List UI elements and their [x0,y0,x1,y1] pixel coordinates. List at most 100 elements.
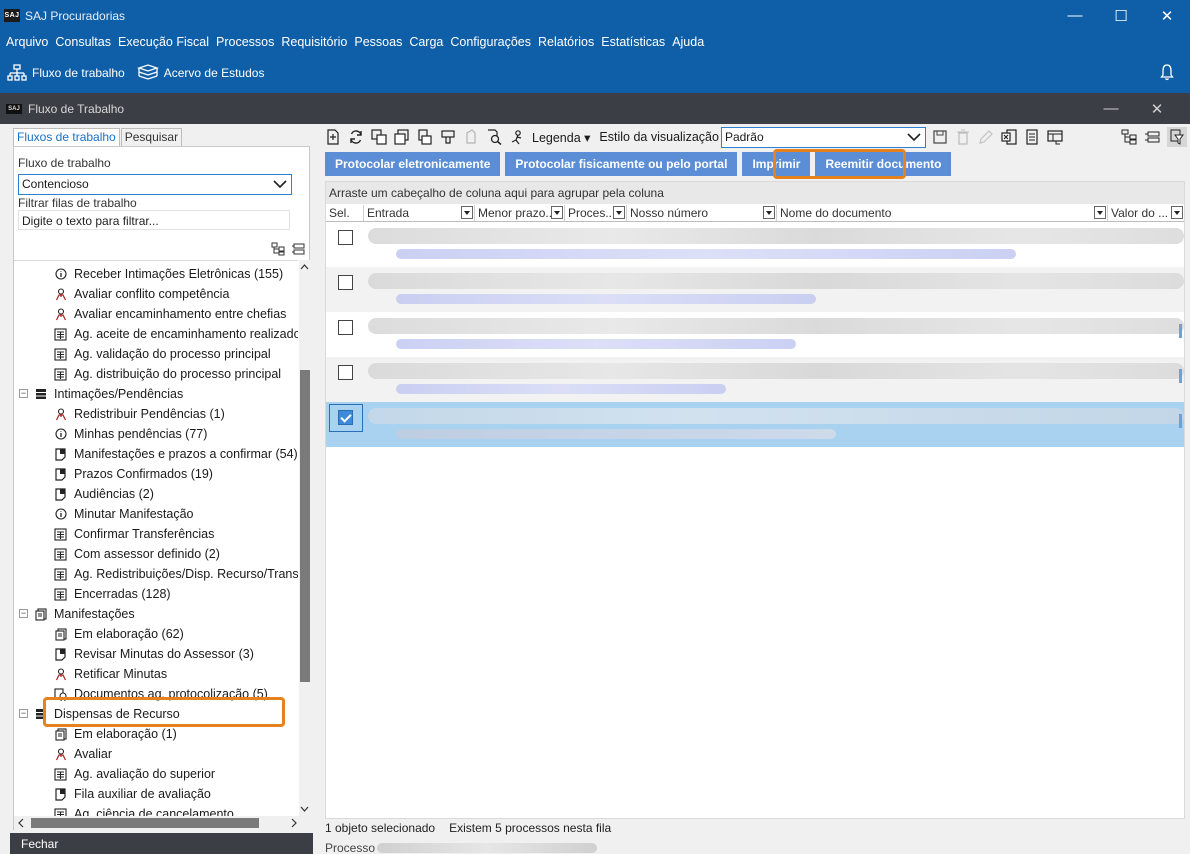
column-header-nome-documento[interactable]: Nome do documento [777,205,1108,221]
tree-item[interactable]: Ag. validação do processo principal [54,344,271,364]
tree-item[interactable]: Confirmar Transferências [54,524,214,544]
tree-expander[interactable]: − [19,709,28,718]
column-header-sel[interactable]: Sel. [326,205,364,221]
column-filter-dropdown[interactable] [613,206,625,219]
column-filter-dropdown[interactable] [461,206,473,219]
column-header-nosso-numero[interactable]: Nosso número [627,205,777,221]
column-header-menor-prazo[interactable]: Menor prazo... [475,205,565,221]
save-view-icon[interactable] [932,129,948,145]
inner-minimize-button[interactable]: — [1088,100,1134,117]
print-preview-icon[interactable] [417,129,433,145]
export-excel-icon[interactable] [1001,129,1017,145]
bell-icon[interactable] [1160,63,1174,81]
workflow-select[interactable]: Contencioso [18,174,292,195]
tree-item[interactable]: Revisar Minutas do Assessor (3) [54,644,254,664]
tree-item[interactable]: Prazos Confirmados (19) [54,464,213,484]
menu-relatorios[interactable]: Relatórios [535,35,597,49]
tree-item[interactable]: Manifestações e prazos a confirmar (54) [54,444,298,464]
tree-item[interactable]: Avaliar [54,744,112,764]
maximize-button[interactable]: ☐ [1098,0,1144,31]
row-checkbox[interactable] [338,365,353,380]
workflow-shortcut[interactable]: Fluxo de trabalho [7,64,125,82]
collapse-all-icon[interactable] [1144,129,1160,145]
menu-pessoas[interactable]: Pessoas [351,35,405,49]
tree-item[interactable]: Avaliar encaminhamento entre chefias [54,304,286,324]
menu-processos[interactable]: Processos [213,35,277,49]
tree-item[interactable]: Receber Intimações Eletrônicas (155) [54,264,283,284]
tree-item[interactable]: Redistribuir Pendências (1) [54,404,225,424]
menu-arquivo[interactable]: Arquivo [3,35,51,49]
table-row[interactable] [326,312,1184,357]
close-button[interactable]: ✕ [1144,0,1190,31]
tree-item[interactable]: − Intimações/Pendências [19,384,183,404]
menu-ajuda[interactable]: Ajuda [669,35,707,49]
new-doc-icon[interactable] [325,129,341,145]
tree-vertical-scroll-thumb[interactable] [300,370,310,682]
expand-all-icon[interactable] [1121,129,1137,145]
transfer-icon[interactable] [440,129,456,145]
filter-panel-icon[interactable] [1167,127,1187,147]
table-row[interactable] [326,267,1184,312]
tree-item[interactable]: Retificar Minutas [54,664,167,684]
table-row-selected[interactable] [326,402,1184,447]
row-checkbox[interactable] [338,320,353,335]
copy-icon[interactable] [371,129,387,145]
tree-item[interactable]: Em elaboração (62) [54,624,184,644]
column-filter-dropdown[interactable] [1094,206,1106,219]
tree-item[interactable]: Ag. Redistribuições/Disp. Recurso/Transf… [54,564,298,584]
studies-shortcut[interactable]: Acervo de Estudos [136,64,264,82]
duplicate-icon[interactable] [394,129,410,145]
tab-fluxos[interactable]: Fluxos de trabalho [13,128,120,146]
tree-item[interactable]: − Manifestações [19,604,135,624]
minimize-button[interactable]: — [1052,0,1098,31]
column-filter-dropdown[interactable] [763,206,775,219]
tree-item[interactable]: Em elaboração (1) [54,724,177,744]
menu-configuracoes[interactable]: Configurações [447,35,534,49]
view-style-select[interactable]: Padrão [720,126,926,148]
tree-vertical-scrollbar[interactable] [299,260,310,816]
scroll-up-icon[interactable] [299,262,310,272]
column-header-processo[interactable]: Proces... [565,205,627,221]
tree-horizontal-scrollbar[interactable] [14,816,311,830]
refresh-icon[interactable] [348,129,364,145]
protocolar-fisicamente-button[interactable]: Protocolar fisicamente ou pelo portal [505,152,738,176]
tree-item[interactable]: Minhas pendências (77) [54,424,207,444]
report-icon[interactable] [1024,129,1040,145]
tree-item[interactable]: Minutar Manifestação [54,504,194,524]
columns-icon[interactable] [1047,129,1063,145]
menu-requisitorio[interactable]: Requisitório [278,35,350,49]
scroll-right-icon[interactable] [289,817,299,829]
filter-input[interactable]: Digite o texto para filtrar... [18,210,290,230]
collapse-tree-icon[interactable] [291,242,305,256]
column-header-entrada[interactable]: Entrada [364,205,475,221]
row-checkbox[interactable] [338,275,353,290]
close-panel-button[interactable]: Fechar [10,833,313,854]
tree-item[interactable]: Ag. aceite de encaminhamento realizado [54,324,298,344]
tree-item[interactable]: Ag. ciência de cancelamento [54,804,234,816]
row-checkbox-checked[interactable] [338,410,353,425]
column-filter-dropdown[interactable] [551,206,563,219]
search-doc-icon[interactable] [486,129,502,145]
inner-close-button[interactable]: ✕ [1134,100,1180,118]
tree-item[interactable]: Com assessor definido (2) [54,544,220,564]
row-checkbox[interactable] [338,230,353,245]
tree-expander[interactable]: − [19,389,28,398]
tree-item[interactable]: Encerradas (128) [54,584,171,604]
legend-icon[interactable] [509,129,525,145]
expand-tree-icon[interactable] [271,242,285,256]
legend-menu[interactable]: Legenda ▾ [532,130,590,145]
scroll-down-icon[interactable] [299,804,310,814]
table-row[interactable] [326,222,1184,267]
tree-item[interactable]: Ag. distribuição do processo principal [54,364,281,384]
tab-pesquisar[interactable]: Pesquisar [120,128,183,146]
menu-carga[interactable]: Carga [406,35,446,49]
scroll-left-icon[interactable] [16,817,26,829]
tree-item[interactable]: Audiências (2) [54,484,154,504]
tree-item[interactable]: Ag. avaliação do superior [54,764,215,784]
table-row[interactable] [326,357,1184,402]
menu-execucao-fiscal[interactable]: Execução Fiscal [115,35,212,49]
tree-expander[interactable]: − [19,609,28,618]
menu-consultas[interactable]: Consultas [52,35,114,49]
protocolar-eletronicamente-button[interactable]: Protocolar eletronicamente [325,152,501,176]
tree-horizontal-scroll-thumb[interactable] [31,818,259,828]
